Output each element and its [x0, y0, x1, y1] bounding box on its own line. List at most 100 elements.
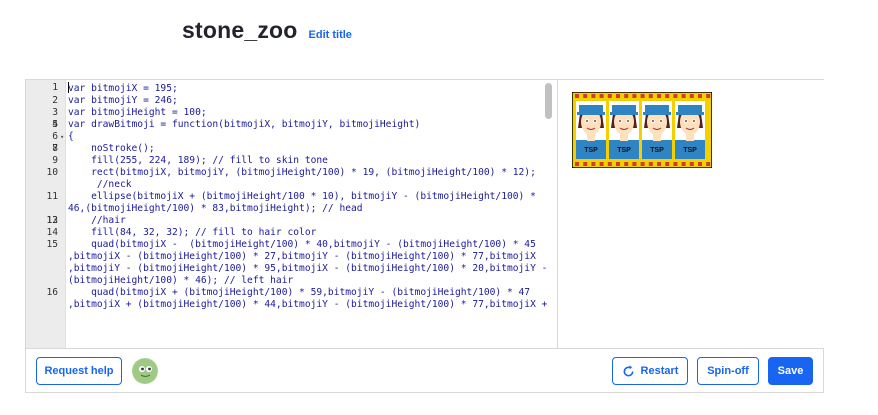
request-help-button[interactable]: Request help: [36, 357, 122, 385]
code-editor[interactable]: 1 var bitmojiX = 195; 2 var bitmojiY = 246;…: [26, 80, 557, 348]
code-text: ,bitmojiX - (bitmojiHeight/100) * 27,bit…: [68, 251, 536, 262]
perforation: [632, 162, 637, 166]
bitmoji-pupil-left: [685, 120, 687, 122]
code-text: var bitmojiX = 195;: [68, 83, 178, 94]
bitmoji-pupil-right: [660, 120, 662, 122]
line-number: 8: [52, 143, 58, 154]
code-line[interactable]: (bitmojiHeight/100) * 46); // left hair: [68, 275, 557, 287]
line-number: 10: [46, 167, 58, 178]
code-text: 46,(bitmojiHeight/100) * 83,bitmojiHeigh…: [68, 203, 363, 214]
perforation: [607, 162, 612, 166]
line-number: 15: [46, 239, 58, 250]
restart-label: Restart: [640, 365, 679, 377]
code-line[interactable]: ,bitmojiX + (bitmojiHeight/100) * 44,bit…: [68, 299, 557, 311]
fold-arrow-icon[interactable]: ▾: [60, 131, 64, 143]
bitmoji-hat: [645, 105, 669, 113]
code-text: //hair: [68, 215, 126, 226]
restart-icon: [623, 364, 634, 376]
perforation: [640, 94, 645, 98]
perforation: [632, 94, 637, 98]
avatar-face-icon: [133, 359, 157, 383]
bitmoji-hat-brim: [610, 112, 638, 115]
perforation: [681, 94, 686, 98]
perforation: [698, 94, 702, 98]
code-text: quad(bitmojiX + (bitmojiHeight/100) * 59…: [68, 287, 531, 298]
code-text: var bitmojiHeight = 100;: [68, 107, 207, 118]
code-line[interactable]: 15 quad(bitmojiX - (bitmojiHeight/100) *…: [46, 239, 557, 251]
code-text: {: [68, 131, 74, 142]
perforation: [657, 162, 661, 166]
bitmoji-hat: [678, 105, 702, 113]
perforation: [648, 94, 653, 98]
line-number: 9: [52, 155, 58, 166]
perforation: [591, 162, 596, 166]
code-line[interactable]: 3 var bitmojiHeight = 100;: [52, 107, 557, 119]
perforation: [648, 162, 653, 166]
line-number: 3: [52, 107, 58, 118]
editor-footer: Request help Restart Spin-off Save: [26, 348, 823, 393]
code-line[interactable]: 6 ▾ {: [52, 131, 557, 143]
code-line[interactable]: 9 fill(255, 224, 189); // fill to skin t…: [52, 155, 557, 167]
line-number: 1: [52, 82, 58, 93]
perforation: [673, 94, 678, 98]
code-line[interactable]: 14 fill(84, 32, 32); // fill to hair col…: [46, 227, 557, 239]
code-line[interactable]: 13 //hair: [46, 215, 557, 227]
perforation: [681, 162, 686, 166]
bitmoji-hat-brim: [643, 112, 671, 115]
bitmoji-shirt-label: TSP: [650, 147, 664, 154]
bitmoji-hat: [579, 105, 603, 113]
bitmoji-shirt-label: TSP: [584, 147, 598, 154]
code-line[interactable]: 16 quad(bitmojiX + (bitmojiHeight/100) *…: [46, 287, 557, 299]
bitmoji-shirt-label: TSP: [617, 147, 631, 154]
code-text: fill(255, 224, 189); // fill to skin ton…: [68, 155, 328, 166]
code-text: var bitmojiY = 246;: [68, 95, 178, 106]
code-text: quad(bitmojiX - (bitmojiHeight/100) * 40…: [68, 239, 536, 250]
bitmoji-shirt-label: TSP: [683, 147, 697, 154]
perforation: [624, 94, 629, 98]
bitmoji-neck: [653, 134, 661, 141]
bitmoji-neck: [620, 134, 628, 141]
code-line[interactable]: 5 var drawBitmoji = function(bitmojiX, bi…: [52, 119, 557, 131]
perforation: [599, 94, 604, 98]
program-title: stone_zoo: [182, 17, 298, 43]
perforation: [665, 162, 670, 166]
code-line[interactable]: ,bitmojiX - (bitmojiHeight/100) * 27,bit…: [68, 251, 557, 263]
code-line[interactable]: 10 rect(bitmojiX, bitmojiY, (bitmojiHeig…: [46, 167, 557, 179]
restart-button[interactable]: Restart: [612, 357, 688, 385]
bitmoji-pupil-right: [693, 120, 695, 122]
code-line[interactable]: ,bitmojiY - (bitmojiHeight/100) * 95,bit…: [68, 263, 557, 275]
code-line[interactable]: 46,(bitmojiHeight/100) * 83,bitmojiHeigh…: [68, 203, 557, 215]
perforation: [575, 94, 579, 98]
code-line[interactable]: //neck: [68, 179, 557, 191]
code-line[interactable]: 8 noStroke();: [52, 143, 557, 155]
perforation: [591, 94, 596, 98]
edit-title-link[interactable]: Edit title: [309, 29, 352, 41]
perforation: [665, 94, 670, 98]
save-button[interactable]: Save: [768, 357, 813, 385]
code-area[interactable]: 1 var bitmojiX = 195; 2 var bitmojiY = 246;…: [46, 82, 557, 311]
title-row: stone_zoo Edit title: [182, 17, 352, 47]
perforation: [599, 162, 604, 166]
bitmoji-pupil-left: [652, 120, 654, 122]
code-line[interactable]: 1 var bitmojiX = 195;: [52, 82, 557, 95]
code-text: rect(bitmojiX, bitmojiY, (bitmojiHeight/…: [68, 167, 536, 178]
bitmoji-neck: [686, 134, 694, 141]
bitmoji-pupil-left: [586, 120, 588, 122]
perforation: [706, 162, 711, 166]
perforation: [657, 94, 661, 98]
output-canvas[interactable]: TSP TSP TSP TSP: [558, 80, 824, 348]
code-text: //neck: [68, 179, 132, 190]
code-line[interactable]: 2 var bitmojiY = 246;: [52, 95, 557, 107]
editor-scrollbar[interactable]: [545, 83, 552, 119]
avatar[interactable]: [132, 358, 158, 384]
spinoff-button[interactable]: Spin-off: [697, 357, 759, 385]
bitmoji-hat-brim: [577, 112, 605, 115]
bitmoji-hat-brim: [676, 112, 704, 115]
line-number: 2: [52, 95, 58, 106]
code-line[interactable]: 11 ellipse(bitmojiX + (bitmojiHeight/100…: [46, 191, 557, 203]
code-text: var drawBitmoji = function(bitmojiX, bit…: [68, 119, 421, 130]
line-number: 14: [46, 227, 58, 238]
perforation: [607, 94, 612, 98]
code-text: ellipse(bitmojiX + (bitmojiHeight/100 * …: [68, 191, 536, 202]
code-text: ,bitmojiY - (bitmojiHeight/100) * 95,bit…: [68, 263, 548, 274]
